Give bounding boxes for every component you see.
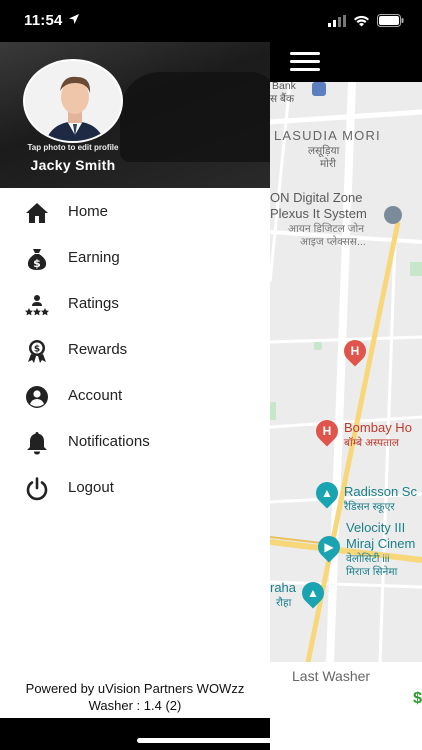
drawer-bottom-bar (0, 718, 270, 750)
map-label-bank-hi: स बैंक (270, 93, 295, 105)
home-indicator[interactable] (137, 738, 285, 743)
power-icon (26, 477, 48, 501)
status-time: 11:54 (24, 12, 63, 29)
battery-icon (377, 14, 404, 27)
bell-icon (27, 432, 47, 455)
map-label-lasudia: LASUDIA MORI (274, 128, 381, 143)
menu-item-logout[interactable]: Logout (0, 466, 270, 512)
map-label-radisson: Radisson Sc (344, 484, 417, 499)
hospital-marker-icon[interactable]: H (339, 335, 371, 367)
last-washer-card[interactable]: Last Washer $ (282, 662, 422, 718)
hospital-marker-icon[interactable]: H (311, 415, 343, 447)
money-bag-icon: $ (27, 249, 47, 270)
map-label-bombay-hi: बॉम्बे अस्पताल (344, 437, 399, 449)
edit-profile-hint: Tap photo to edit profile (27, 143, 119, 152)
map-label-miraj: Miraj Cinem (346, 536, 416, 551)
map-header (270, 42, 422, 82)
dollar-icon: $ (413, 690, 422, 707)
map-label-velocity-hi: वेलोसिटी iii (346, 553, 390, 565)
menu-label-ratings: Ratings (68, 295, 119, 312)
last-washer-label: Last Washer (292, 668, 371, 684)
map-label-raha: raha (270, 580, 297, 595)
map-view[interactable]: Bank स बैंक LASUDIA MORI लसूड़िया मोरी O… (270, 82, 422, 662)
menu-item-notifications[interactable]: Notifications (0, 420, 270, 466)
cinema-marker-icon[interactable]: ▶ (313, 531, 345, 563)
home-icon (26, 203, 48, 223)
bank-marker-icon (312, 82, 326, 96)
user-photo (25, 61, 121, 141)
cellular-signal-icon (328, 14, 346, 27)
menu-item-rewards[interactable]: $ Rewards (0, 328, 270, 374)
menu-item-ratings[interactable]: Ratings (0, 282, 270, 328)
menu-label-notifications: Notifications (68, 433, 150, 450)
map-label-lasudia-hi2: मोरी (320, 158, 337, 170)
menu-item-home[interactable]: Home (0, 190, 270, 236)
rewards-icon: $ (28, 340, 46, 363)
menu-label-earning: Earning (68, 249, 120, 266)
ratings-icon (25, 295, 49, 316)
svg-text:$: $ (33, 257, 41, 270)
menu-item-earning[interactable]: $ Earning (0, 236, 270, 282)
drawer-menu: Home $ Earning Ratings $ Rewards Account… (0, 190, 270, 512)
svg-text:$: $ (34, 345, 40, 355)
map-label-radisson-hi: रैडिसन स्कूएर (344, 501, 395, 513)
location-arrow-icon (69, 14, 79, 24)
menu-label-rewards: Rewards (68, 341, 128, 358)
map-screen: Bank स बैंक LASUDIA MORI लसूड़िया मोरी O… (270, 42, 422, 750)
place-marker-icon (384, 206, 402, 224)
account-icon (26, 386, 48, 408)
map-label-plexus-hi: आइज प्लेक्सस... (300, 236, 366, 248)
map-label-velocity: Velocity III (346, 520, 406, 535)
map-label-lasudia-hi1: लसूड़िया (308, 145, 340, 157)
map-label-aon-hi: आयन डिजिटल जोन (288, 223, 365, 235)
app-version-text: Washer : 1.4 (2) (88, 698, 182, 713)
hamburger-menu-icon[interactable] (290, 52, 320, 72)
profile-header: Tap photo to edit profile Jacky Smith (0, 42, 270, 188)
map-label-raha-hi: रौहा (276, 597, 292, 609)
hotel-marker-icon[interactable]: ▲ (311, 477, 343, 509)
map-label-plexus: Plexus It System (270, 206, 367, 221)
status-bar: 11:54 (0, 0, 422, 42)
map-label-bombay: Bombay Ho (344, 420, 412, 435)
menu-label-logout: Logout (68, 479, 114, 496)
navigation-drawer: Tap photo to edit profile Jacky Smith Ho… (0, 42, 270, 750)
map-label-bank: Bank (272, 82, 296, 92)
map-label-miraj-hi: मिराज सिनेमा (346, 566, 398, 578)
wifi-icon (354, 15, 369, 26)
user-name: Jacky Smith (30, 157, 116, 173)
powered-by-text: Powered by uVision Partners WOWzz (25, 681, 245, 696)
menu-label-home: Home (68, 203, 109, 220)
avatar[interactable] (23, 59, 123, 143)
hotel-marker-icon[interactable]: ▲ (297, 577, 329, 609)
map-label-aon: ON Digital Zone (270, 190, 363, 205)
drawer-footer: Powered by uVision Partners WOWzz Washer… (0, 680, 270, 714)
menu-label-account: Account (68, 387, 123, 404)
menu-item-account[interactable]: Account (0, 374, 270, 420)
